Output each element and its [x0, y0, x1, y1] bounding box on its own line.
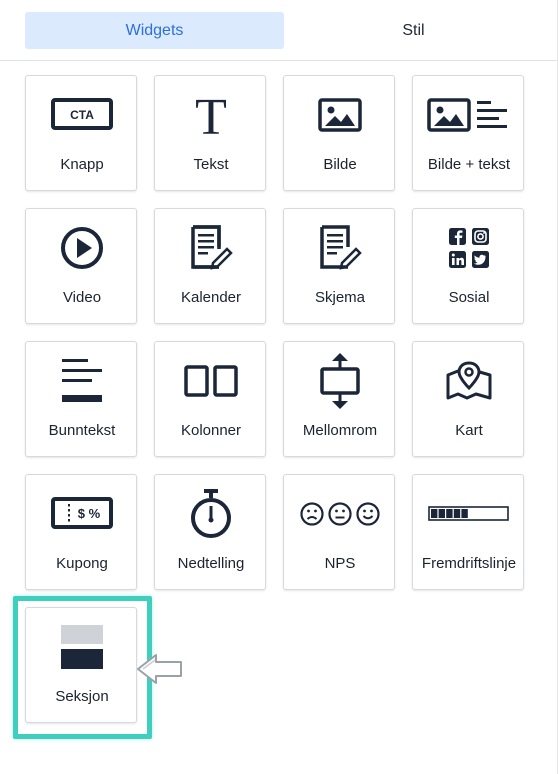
widget-label: Bunntekst: [48, 422, 116, 439]
widget-label: Nedtelling: [177, 555, 245, 572]
widget-tekst[interactable]: T Tekst: [154, 75, 266, 191]
spacer-icon: [284, 342, 396, 420]
widget-label: NPS: [324, 555, 356, 572]
form-icon: [284, 209, 396, 287]
sad-face-icon: [300, 502, 324, 526]
text-icon: T: [155, 76, 267, 154]
social-icons: [413, 209, 525, 287]
widget-label: Video: [62, 289, 102, 306]
image-icon: [284, 76, 396, 154]
widget-label: Kart: [455, 422, 483, 439]
happy-face-icon: [356, 502, 380, 526]
image-text-icon: [413, 76, 525, 154]
widget-kalender[interactable]: Kalender: [154, 208, 266, 324]
stopwatch-icon: [155, 475, 267, 553]
widget-nps[interactable]: NPS: [283, 474, 395, 590]
instagram-icon: [472, 228, 489, 245]
map-icon: [413, 342, 525, 420]
neutral-face-icon: [328, 502, 352, 526]
progress-bar-icon: [413, 475, 525, 553]
tab-widgets[interactable]: Widgets: [25, 12, 284, 49]
widget-bilde-tekst[interactable]: Bilde + tekst: [412, 75, 524, 191]
widget-label: Bilde: [323, 156, 357, 173]
widget-bilde[interactable]: Bilde: [283, 75, 395, 191]
pointer-arrow-icon: [137, 654, 182, 684]
progress-block: [446, 509, 453, 518]
widget-mellomrom[interactable]: Mellomrom: [283, 341, 395, 457]
widget-fremdriftslinje[interactable]: Fremdriftslinje: [412, 474, 524, 590]
widget-kart[interactable]: Kart: [412, 341, 524, 457]
progress-block: [431, 509, 438, 518]
play-icon: [26, 209, 138, 287]
progress-fill: [431, 509, 468, 518]
nps-faces-icon: [284, 475, 396, 553]
widget-kupong[interactable]: $ % Kupong: [25, 474, 137, 590]
facebook-icon: [449, 228, 466, 245]
svg-text:$ %: $ %: [78, 506, 101, 521]
svg-text:CTA: CTA: [70, 108, 94, 122]
columns-icon: [155, 342, 267, 420]
widget-label: Kolonner: [180, 422, 242, 439]
widget-sosial[interactable]: Sosial: [412, 208, 524, 324]
svg-text:T: T: [195, 92, 227, 138]
widget-label: Tekst: [193, 156, 229, 173]
widget-kolonner[interactable]: Kolonner: [154, 341, 266, 457]
calendar-form-icon: [155, 209, 267, 287]
widget-knapp[interactable]: CTA Knapp: [25, 75, 137, 191]
widget-nedtelling[interactable]: Nedtelling: [154, 474, 266, 590]
widget-bunntekst[interactable]: Bunntekst: [25, 341, 137, 457]
footer-icon: [26, 342, 138, 420]
widget-label: Knapp: [60, 156, 104, 173]
linkedin-icon: [449, 251, 466, 268]
widget-video[interactable]: Video: [25, 208, 137, 324]
widget-label: Mellomrom: [302, 422, 378, 439]
widget-label: Fremdriftslinje: [421, 555, 517, 572]
widget-label: Kalender: [180, 289, 242, 306]
widget-skjema[interactable]: Skjema: [283, 208, 395, 324]
button-cta-icon: CTA: [26, 76, 138, 154]
tab-bar: Widgets Stil: [0, 0, 557, 61]
progress-block: [438, 509, 445, 518]
progress-block: [453, 509, 461, 518]
widget-label: Bilde + tekst: [427, 156, 511, 173]
selection-highlight: [13, 596, 152, 739]
widget-label: Kupong: [56, 555, 108, 572]
progress-block: [461, 509, 468, 518]
widget-label: Skjema: [314, 289, 366, 306]
twitter-icon: [472, 251, 489, 268]
widget-label: Sosial: [448, 289, 490, 306]
tab-style[interactable]: Stil: [284, 12, 543, 49]
coupon-icon: $ %: [26, 475, 138, 553]
